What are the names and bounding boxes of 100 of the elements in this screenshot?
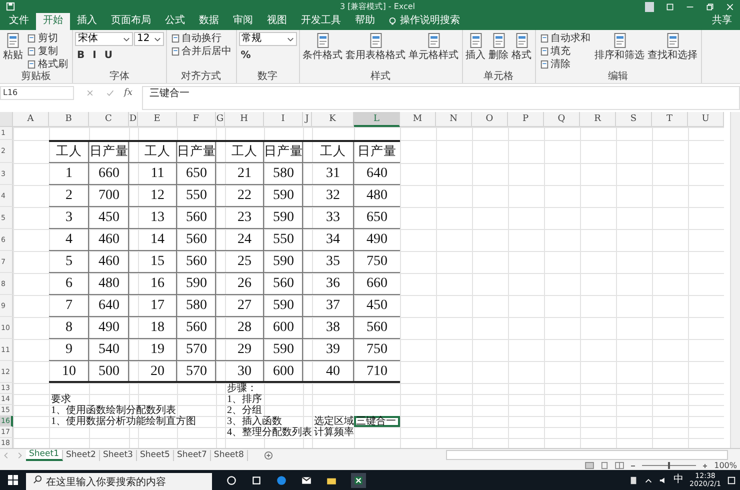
format-button[interactable]: % [238, 50, 253, 62]
format-button[interactable]: I [90, 50, 98, 62]
ribbon-tab[interactable]: 帮助 [348, 13, 382, 30]
ribbon-button[interactable]: 剪切 [25, 32, 70, 45]
spreadsheet-icon[interactable] [351, 472, 366, 488]
ribbon-button[interactable]: 自动换行 [168, 32, 234, 45]
ribbon-button[interactable]: 自动求和 [538, 32, 593, 45]
dropdown-field[interactable]: 宋体 [75, 32, 133, 46]
restore-icon[interactable] [706, 2, 714, 10]
column-header[interactable]: I [264, 112, 303, 127]
zoom-out-icon[interactable] [630, 462, 636, 468]
column-header[interactable]: M [400, 112, 436, 127]
column-header[interactable]: E [138, 112, 177, 127]
mail-icon[interactable] [301, 474, 312, 486]
column-header[interactable]: F [177, 112, 216, 127]
ribbon-button[interactable]: 排序和筛选 [594, 32, 646, 61]
table-cell-text: 3、插入函数 [226, 416, 283, 427]
ribbon-tab[interactable]: 公式 [158, 13, 192, 30]
search-icon [33, 475, 42, 484]
column-header[interactable]: D [129, 112, 138, 127]
zoom-slider-thumb[interactable] [668, 462, 670, 469]
account-avatar[interactable] [645, 2, 654, 12]
column-header[interactable]: T [652, 112, 688, 127]
column-header[interactable]: A [13, 112, 49, 127]
ribbon-button[interactable]: 格式 [510, 32, 533, 61]
ribbon-button[interactable]: 查找和选择 [646, 32, 699, 61]
tell-me-search[interactable]: 操作说明搜索 [400, 15, 460, 30]
column-header[interactable]: L [354, 112, 400, 127]
close-icon[interactable] [726, 2, 734, 10]
vertical-scrollbar[interactable] [730, 112, 740, 448]
column-header[interactable]: S [616, 112, 652, 127]
horizontal-scrollbar[interactable] [446, 450, 728, 460]
ribbon-button[interactable]: 填充 [538, 45, 593, 58]
ribbon-tab[interactable]: 开发工具 [294, 13, 348, 30]
column-header[interactable]: R [580, 112, 616, 127]
column-header[interactable]: O [472, 112, 508, 127]
ribbon-button[interactable]: 单元格样式 [408, 32, 460, 61]
column-header[interactable]: H [225, 112, 264, 127]
insert-function-button[interactable]: fx [124, 86, 132, 100]
zoom-in-icon[interactable] [702, 462, 708, 468]
zoom-level[interactable]: 100% [714, 461, 737, 470]
notification-icon[interactable] [727, 476, 736, 484]
ribbon-tab[interactable]: 插入 [70, 13, 104, 30]
group-label: 样式 [370, 71, 392, 83]
column-header[interactable]: K [312, 112, 354, 127]
ribbon-button[interactable]: 复制 [25, 45, 70, 58]
table-cell-text: 590 [272, 297, 295, 315]
input-method-indicator[interactable]: 中 [674, 474, 684, 486]
table-cell-text: 工人 [230, 143, 258, 160]
column-header[interactable]: P [508, 112, 544, 127]
document-icon [170, 47, 180, 56]
task-view-icon[interactable] [251, 474, 262, 486]
ribbon-tab[interactable]: 页面布局 [104, 13, 158, 30]
window-title: 3 [兼容模式] - Excel [340, 2, 416, 12]
name-box[interactable]: L16 [0, 86, 74, 100]
column-header[interactable]: U [688, 112, 724, 127]
column-header[interactable]: G [216, 112, 225, 127]
ribbon-tab[interactable]: 视图 [260, 13, 294, 30]
dropdown-field[interactable]: 12 [134, 32, 164, 46]
table-cell-text: 1、使用数据分析功能绘制直方图 [50, 416, 197, 427]
ribbon-button[interactable]: 条件格式 [302, 32, 344, 61]
column-header[interactable]: Q [544, 112, 580, 127]
ribbon-button[interactable]: 合并后居中 [168, 45, 234, 58]
ribbon-tab[interactable]: 开始 [36, 13, 70, 30]
ribbon-tab[interactable]: 审阅 [226, 13, 260, 30]
table-cell-text: 500 [98, 363, 120, 381]
ribbon-button[interactable]: 插入 [464, 32, 487, 61]
windows-logo-icon[interactable] [8, 475, 18, 485]
column-header[interactable]: J [303, 112, 312, 127]
ribbon-button[interactable]: 删除 [488, 32, 510, 61]
table-cell-text: 15 [150, 253, 166, 271]
format-button[interactable]: U [102, 50, 114, 62]
formula-input[interactable]: 三键合一 [142, 86, 740, 110]
ribbon-button[interactable]: 格式刷 [25, 58, 70, 71]
sheet-tab[interactable]: Sheet1 [26, 450, 63, 460]
page-break-icon[interactable] [615, 462, 624, 469]
browser-icon[interactable] [276, 474, 287, 486]
ribbon-tab[interactable]: 文件 [2, 13, 36, 30]
ribbon-display-icon[interactable] [666, 2, 674, 10]
ribbon-button[interactable]: 套用表格格式 [344, 32, 407, 61]
check-icon[interactable] [106, 89, 114, 97]
document-icon [27, 60, 36, 69]
column-header[interactable]: C [89, 112, 129, 127]
dropdown-field[interactable]: 常规 [238, 32, 297, 46]
column-header[interactable]: N [436, 112, 472, 127]
table-cell-text: 要求 [50, 394, 72, 405]
circle-icon[interactable] [226, 474, 237, 486]
save-icon[interactable] [6, 2, 15, 11]
column-header[interactable]: B [49, 112, 89, 127]
format-button[interactable]: B [75, 50, 87, 62]
ribbon-tab[interactable]: 数据 [192, 13, 226, 30]
table-cell-text: 600 [272, 319, 295, 337]
ribbon-button[interactable]: 清除 [538, 58, 593, 71]
normal-view-icon[interactable] [585, 462, 594, 469]
page-layout-icon[interactable] [600, 462, 610, 469]
table-cell-text: 750 [366, 341, 388, 359]
taskbar-search-field[interactable]: 在这里输入你要搜索的内容 [26, 472, 212, 490]
ribbon-button[interactable]: 粘贴 [2, 32, 24, 61]
add-sheet-icon[interactable] [264, 450, 273, 460]
share-button[interactable]: 共享 [704, 15, 740, 30]
